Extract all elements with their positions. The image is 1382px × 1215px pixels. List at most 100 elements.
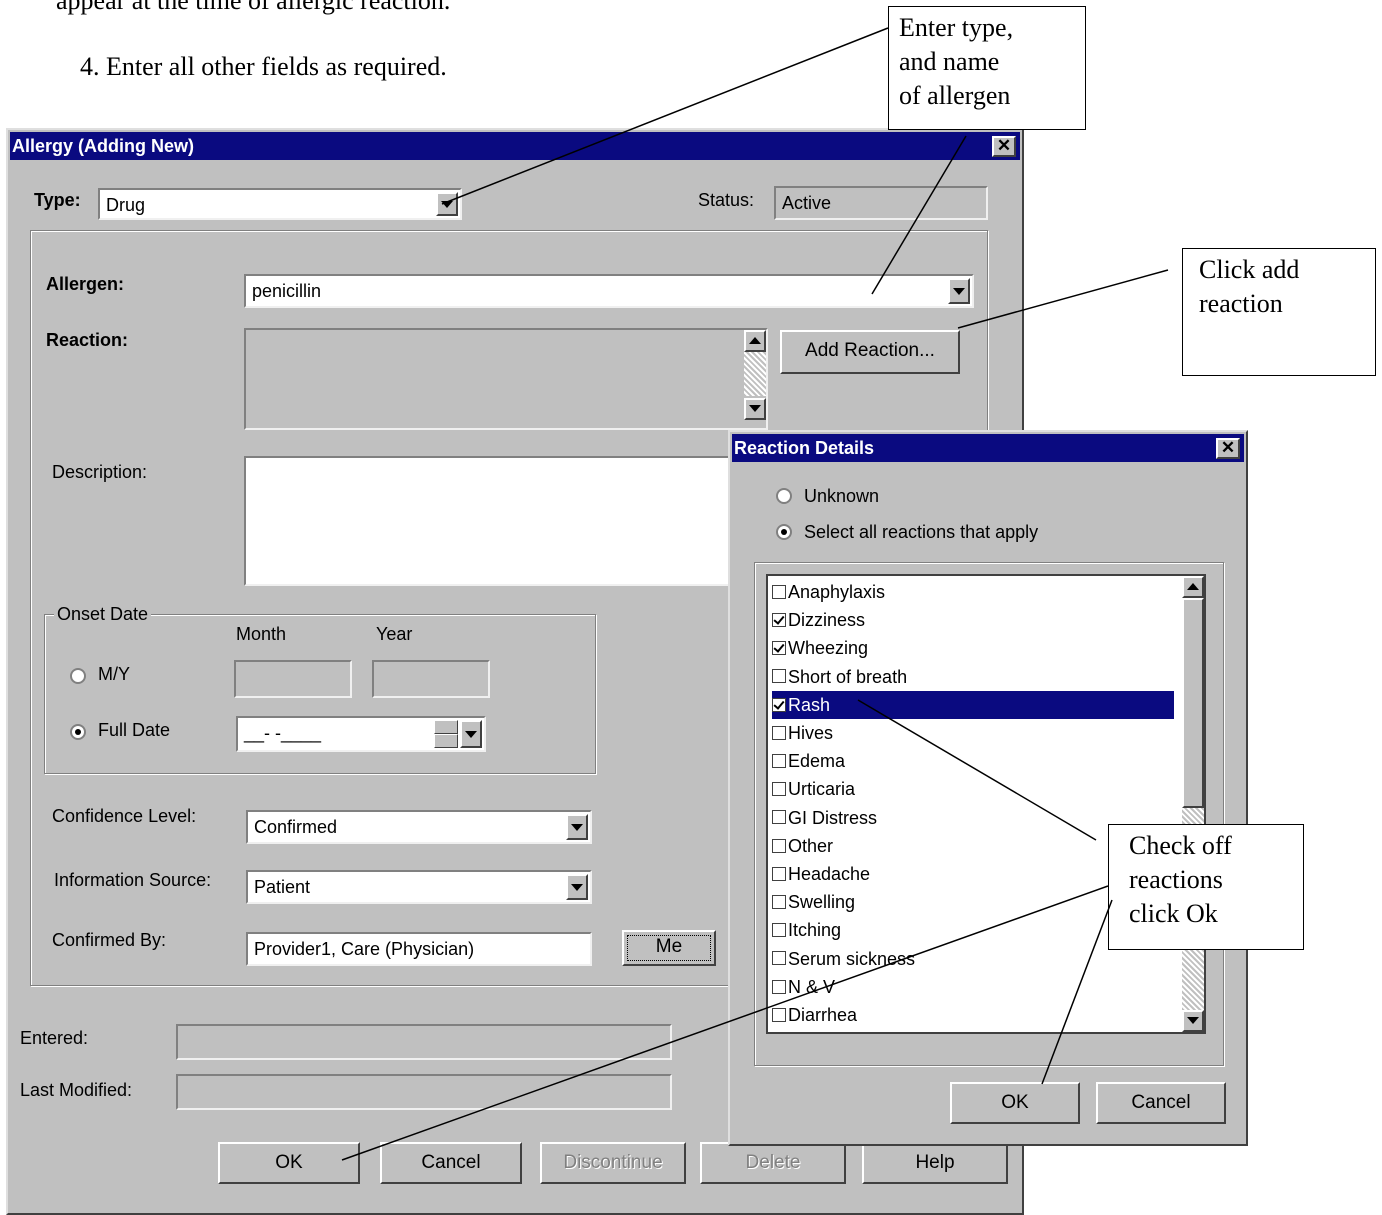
full-date-radio[interactable] <box>70 724 86 740</box>
reaction-item-label: Anaphylaxis <box>788 582 886 602</box>
chevron-down-icon[interactable] <box>566 814 588 840</box>
doc-step-4: 4. Enter all other fields as required. <box>80 52 447 81</box>
reaction-item-label: Dizziness <box>788 610 866 631</box>
info-source-value: Patient <box>254 877 311 897</box>
full-date-label: Full Date <box>98 720 171 740</box>
reaction-item[interactable]: Dizziness <box>772 606 1174 634</box>
reaction-item-label: N & V <box>788 976 836 997</box>
scrollbar-thumb[interactable] <box>1182 598 1204 808</box>
full-date-field[interactable]: __- -____ <box>236 716 486 752</box>
my-label: M/Y <box>98 664 131 684</box>
description-field[interactable] <box>244 456 744 586</box>
reaction-item-label: Edema <box>788 751 846 772</box>
reaction-item-label: Wheezing <box>788 638 869 659</box>
chevron-down-icon[interactable] <box>948 278 970 304</box>
last-modified-label: Last Modified: <box>20 1080 133 1100</box>
checkbox[interactable] <box>772 979 786 994</box>
discontinue-button[interactable]: Discontinue <box>540 1142 686 1184</box>
checkbox[interactable] <box>772 951 786 966</box>
reaction-ok-button[interactable]: OK <box>950 1082 1080 1124</box>
checkbox[interactable] <box>772 584 786 599</box>
callout-line: reactions <box>1129 865 1223 894</box>
checkbox[interactable] <box>772 782 786 797</box>
unknown-radio[interactable] <box>776 488 792 504</box>
checkbox[interactable] <box>772 641 786 656</box>
reaction-item[interactable]: Wheezing <box>772 634 1174 662</box>
reaction-item[interactable]: Diarrhea <box>772 1001 1174 1029</box>
ok-label: OK <box>275 1152 303 1173</box>
reaction-list[interactable] <box>244 328 768 430</box>
scroll-down-icon[interactable] <box>744 398 766 420</box>
reaction-item-label: Swelling <box>788 892 856 913</box>
close-icon[interactable]: ✕ <box>992 136 1016 157</box>
me-button[interactable]: Me <box>622 930 716 966</box>
reaction-item-label: Diarrhea <box>788 1005 858 1025</box>
date-spinner[interactable] <box>434 720 458 748</box>
description-label: Description: <box>52 462 148 482</box>
reaction-checklist[interactable]: Anaphylaxis Dizziness Wheezing Short of bre… <box>766 574 1206 1034</box>
spin-up-icon[interactable] <box>434 720 458 734</box>
reaction-item[interactable]: Hives <box>772 719 1174 747</box>
reaction-item[interactable]: N & V <box>772 973 1174 1001</box>
delete-button[interactable]: Delete <box>700 1142 846 1184</box>
cancel-button[interactable]: Cancel <box>380 1142 522 1184</box>
entered-field <box>176 1024 672 1060</box>
confirmed-by-label: Confirmed By: <box>52 930 167 950</box>
unknown-label: Unknown <box>804 486 880 506</box>
info-source-label: Information Source: <box>54 870 212 890</box>
reaction-item[interactable]: Anaphylaxis <box>772 578 1174 606</box>
onset-date-legend: Onset Date <box>54 604 152 625</box>
info-source-dropdown[interactable]: Patient <box>246 870 592 904</box>
checkbox[interactable] <box>772 612 786 627</box>
ok-button[interactable]: OK <box>218 1142 360 1184</box>
allergy-title: Allergy (Adding New) <box>12 136 195 156</box>
chevron-down-icon[interactable] <box>566 874 588 900</box>
reaction-cancel-button[interactable]: Cancel <box>1096 1082 1226 1124</box>
callout-type-allergen: Enter type, and name of allergen <box>888 6 1086 130</box>
status-value: Active <box>782 193 832 213</box>
scrollbar-track[interactable] <box>744 352 766 396</box>
confidence-dropdown[interactable]: Confirmed <box>246 810 592 844</box>
chevron-down-icon[interactable] <box>460 720 482 748</box>
year-field[interactable] <box>372 660 490 698</box>
allergen-dropdown[interactable]: penicillin <box>244 274 974 308</box>
select-all-radio[interactable] <box>776 524 792 540</box>
scroll-up-icon[interactable] <box>1182 576 1204 598</box>
add-reaction-button[interactable]: Add Reaction... <box>780 330 960 374</box>
add-reaction-label: Add Reaction... <box>805 340 935 361</box>
spin-down-icon[interactable] <box>434 734 458 748</box>
reaction-item[interactable]: Urticaria <box>772 775 1174 803</box>
checkbox[interactable] <box>772 923 786 938</box>
checkbox[interactable] <box>772 894 786 909</box>
checkbox[interactable] <box>772 838 786 853</box>
reaction-item-label: Itching <box>788 920 842 941</box>
checkbox[interactable] <box>772 697 786 712</box>
my-radio[interactable] <box>70 668 86 684</box>
doc-line-top: appear at the time of allergic reaction. <box>56 0 451 15</box>
help-button[interactable]: Help <box>862 1142 1008 1184</box>
confirmed-by-field[interactable]: Provider1, Care (Physician) <box>246 932 592 966</box>
reaction-item[interactable]: Rash <box>772 690 1174 719</box>
reaction-item[interactable]: Edema <box>772 747 1174 775</box>
chevron-down-icon[interactable] <box>436 192 458 216</box>
callout-line: of allergen <box>899 81 1011 110</box>
scroll-up-icon[interactable] <box>744 330 766 352</box>
reaction-item-label: Hives <box>788 723 834 743</box>
checkbox[interactable] <box>772 866 786 881</box>
help-label: Help <box>915 1152 955 1173</box>
type-dropdown[interactable]: Drug <box>98 188 462 220</box>
checkbox[interactable] <box>772 669 786 684</box>
scroll-down-icon[interactable] <box>1182 1010 1204 1032</box>
type-label: Type: <box>34 190 81 210</box>
reaction-item-label: Serum sickness <box>788 948 916 969</box>
reaction-details-window: Reaction Details ✕ Unknown Select all re… <box>728 430 1248 1146</box>
callout-add-reaction: Click add reaction <box>1182 248 1376 376</box>
checkbox[interactable] <box>772 1007 786 1022</box>
close-icon[interactable]: ✕ <box>1216 438 1240 459</box>
month-field[interactable] <box>234 660 352 698</box>
checkbox[interactable] <box>772 810 786 825</box>
checkbox[interactable] <box>772 753 786 768</box>
select-all-label: Select all reactions that apply <box>804 522 1039 542</box>
checkbox[interactable] <box>772 725 786 740</box>
reaction-item[interactable]: Short of breath <box>772 663 1174 691</box>
